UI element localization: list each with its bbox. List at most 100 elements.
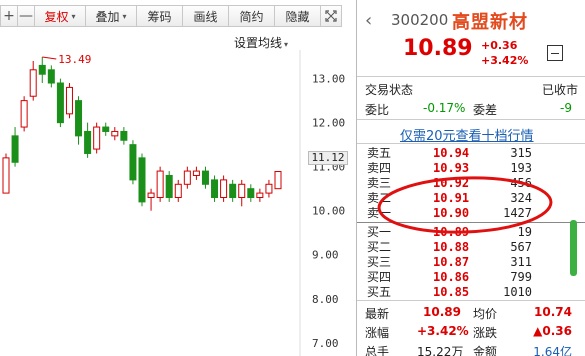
candle-body xyxy=(165,174,173,198)
ma-settings-dropdown[interactable]: 设置均线 ▾ xyxy=(234,34,288,51)
toolbar-chips-button[interactable]: 筹码 xyxy=(136,5,183,27)
bids-level-label: 买二 xyxy=(367,240,392,254)
y-tick-label: 10.00 xyxy=(312,205,345,218)
asks-row: 卖二 10.91 324 xyxy=(357,191,572,205)
divider xyxy=(357,76,585,77)
toolbar-item-label: 叠加 xyxy=(95,9,120,24)
candle-body xyxy=(247,188,255,198)
zoom-in-button[interactable]: + xyxy=(0,5,18,27)
weibi-row: 委比 -0.17% 委差 -9 xyxy=(357,98,585,118)
asks-price: 10.90 xyxy=(433,206,470,220)
bids-price: 10.89 xyxy=(433,225,470,239)
avg-value: 10.74 xyxy=(534,305,572,319)
asks-volume: 193 xyxy=(510,161,532,175)
asks-row: 卖四 10.93 193 xyxy=(357,161,572,175)
bids-volume: 1010 xyxy=(503,285,532,299)
asks-price: 10.94 xyxy=(433,146,470,160)
divider xyxy=(357,300,585,301)
bids-price: 10.85 xyxy=(433,285,470,299)
candle-body xyxy=(75,100,83,137)
candle-body xyxy=(56,82,64,124)
toolbar-fuquan-button[interactable]: 复权 ▾ xyxy=(34,5,86,27)
toolbar-item-label: 画线 xyxy=(193,9,218,24)
stats-row-volume: 总手 15.22万 金额 1.64亿 xyxy=(357,341,585,356)
candle-body xyxy=(183,170,191,185)
chart-canvas: 13.0012.0011.0010.009.008.007.0013.49 xyxy=(2,50,345,356)
toolbar-overlay-button[interactable]: 叠加 ▾ xyxy=(85,5,137,27)
bids-level-label: 买三 xyxy=(367,255,392,269)
bids-price: 10.87 xyxy=(433,255,470,269)
candle-body xyxy=(238,183,246,198)
price-change-pct: +3.42% xyxy=(481,54,529,67)
candle-body xyxy=(129,144,137,181)
vol-label: 总手 xyxy=(365,345,390,356)
stock-code: 300200 xyxy=(391,11,449,29)
bids-volume: 311 xyxy=(510,255,532,269)
chg-value: ▲0.36 xyxy=(533,324,572,338)
expand-icon[interactable] xyxy=(320,5,342,27)
price-change-block: +0.36 +3.42% xyxy=(481,38,528,68)
candle-body xyxy=(265,183,273,194)
asks-row: 卖一 10.90 1427 xyxy=(357,206,572,220)
toolbar-hide-button[interactable]: 隐藏 xyxy=(274,5,321,27)
bids-price: 10.86 xyxy=(433,270,470,284)
bids-row: 买四 10.86 799 xyxy=(357,270,572,284)
back-arrow-icon[interactable]: ‹ xyxy=(365,10,372,31)
toolbar-item-label: 隐藏 xyxy=(285,9,310,24)
candle-body xyxy=(11,135,19,163)
weibi-label: 委比 xyxy=(365,103,390,117)
asks-volume: 456 xyxy=(510,176,532,190)
asks-row: 卖五 10.94 315 xyxy=(357,146,572,160)
quote-panel: ‹ 300200 高盟新材 10.89 +0.36 +3.42% 交易状态 已收… xyxy=(356,0,585,356)
candle-body xyxy=(138,157,146,203)
chg-label: 涨跌 xyxy=(473,326,498,340)
chevron-down-icon: ▾ xyxy=(283,40,288,49)
y-tick-label: 13.00 xyxy=(312,73,345,86)
level2-upsell-link[interactable]: 仅需20元查看十档行情 xyxy=(400,125,534,144)
candle-body xyxy=(2,157,10,194)
amt-value: 1.64亿 xyxy=(533,345,572,356)
weibi-value: -0.17% xyxy=(423,101,466,115)
bids-volume: 567 xyxy=(510,240,532,254)
bid-ask-divider xyxy=(357,222,585,223)
candle-body xyxy=(211,179,219,198)
bids-row: 买二 10.88 567 xyxy=(357,240,572,254)
candle-body xyxy=(93,126,101,150)
vol-value: 15.22万 xyxy=(417,345,464,356)
bids-row: 买五 10.85 1010 xyxy=(357,285,572,299)
latest-value: 10.89 xyxy=(423,305,461,319)
toolbar-simple-button[interactable]: 简约 xyxy=(228,5,275,27)
scrollbar-thumb[interactable] xyxy=(570,220,577,276)
amt-label: 金额 xyxy=(473,345,498,356)
asks-level-label: 卖三 xyxy=(367,176,392,190)
asks-volume: 324 xyxy=(510,191,532,205)
candlestick-chart[interactable]: 13.00 12.00 11.00 10.00 9.00 8.00 7.00 13.49 11… xyxy=(0,50,356,356)
candle-body xyxy=(156,170,164,198)
asks-volume: 1427 xyxy=(503,206,532,220)
ma-settings-label: 设置均线 xyxy=(233,36,282,50)
quote-header: ‹ 300200 高盟新材 10.89 +0.36 +3.42% xyxy=(357,0,585,76)
candle-body xyxy=(274,171,282,190)
asks-price: 10.92 xyxy=(433,176,470,190)
peak-annotation-line xyxy=(42,56,57,60)
minimize-button[interactable] xyxy=(547,45,563,61)
stats-row-change: 涨幅 +3.42% 涨跌 ▲0.36 xyxy=(357,322,585,340)
zoom-out-button[interactable]: — xyxy=(17,5,35,27)
toolbar-draw-button[interactable]: 画线 xyxy=(182,5,229,27)
candle-body xyxy=(65,86,73,115)
chevron-down-icon: ▾ xyxy=(71,11,76,21)
asks-level-label: 卖二 xyxy=(367,191,392,205)
bids-level-label: 买四 xyxy=(367,270,392,284)
status-label: 交易状态 xyxy=(365,83,414,97)
weicha-label: 委差 xyxy=(473,103,498,117)
bids-volume: 19 xyxy=(517,225,532,239)
candle-body xyxy=(201,170,209,185)
divider xyxy=(357,119,585,120)
bids-price: 10.88 xyxy=(433,240,470,254)
candle-body xyxy=(84,130,92,154)
asks-price: 10.91 xyxy=(433,191,470,205)
status-value: 已收市 xyxy=(541,83,578,97)
candle-body xyxy=(38,64,46,75)
chevron-down-icon: ▾ xyxy=(122,11,127,21)
chart-panel: + — 复权 ▾ 叠加 ▾ 筹码 画线 简约 隐藏 设置均线 ▾ 13.00 12.… xyxy=(0,0,356,356)
